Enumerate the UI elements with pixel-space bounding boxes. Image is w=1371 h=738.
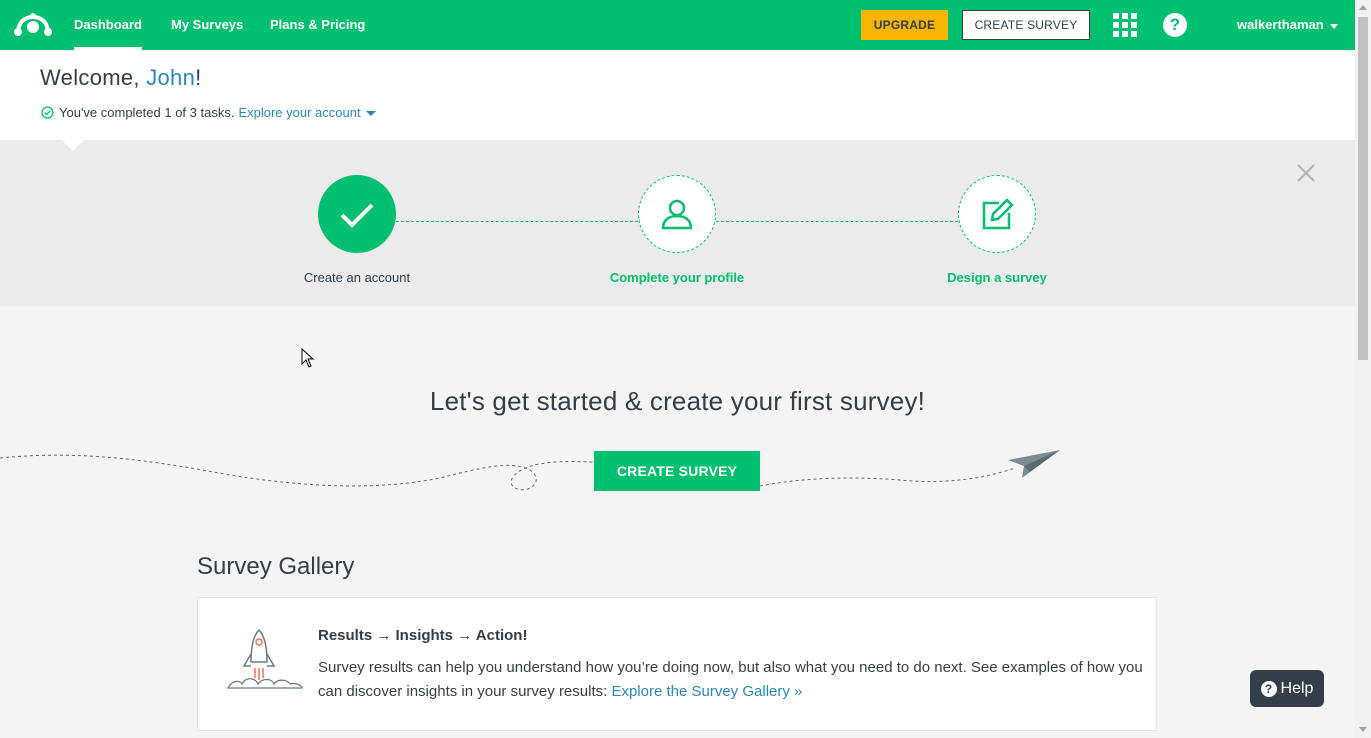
welcome-heading: Welcome, John! [40,65,202,91]
user-icon [661,199,693,230]
checkmark-icon [340,203,374,228]
survey-gallery-title: Survey Gallery [197,553,355,580]
vertical-scrollbar[interactable] [1355,0,1371,738]
step-connector [396,221,638,222]
rocket-icon [226,628,303,689]
nav-my-surveys[interactable]: My Surveys [171,0,243,50]
nav-plans-pricing[interactable]: Plans & Pricing [270,0,365,50]
step-label-complete-profile[interactable]: Complete your profile [577,270,777,285]
scroll-thumb[interactable] [1358,17,1368,360]
apps-grid-icon[interactable] [1113,13,1137,37]
task-progress: You've completed 1 of 3 tasks. Explore y… [41,105,376,120]
explore-gallery-link[interactable]: Explore the Survey Gallery » [611,683,802,700]
help-circle-icon[interactable]: ? [1163,13,1187,37]
explore-account-link[interactable]: Explore your account [238,105,360,120]
step-create-account [318,175,396,253]
question-icon: ? [1260,680,1277,697]
notch-pointer [62,140,84,151]
help-label: Help [1280,679,1314,697]
scroll-down-arrow-icon[interactable] [1359,727,1367,732]
step-complete-profile[interactable] [638,175,716,253]
help-widget-button[interactable]: ? Help [1250,670,1324,707]
top-nav: Dashboard My Surveys Plans & Pricing UPG… [0,0,1355,50]
scroll-up-arrow-icon[interactable] [1359,5,1367,10]
check-circle-icon [41,106,54,119]
step-label-create-account: Create an account [303,270,411,285]
step-connector [716,221,958,222]
step-label-design-survey[interactable]: Design a survey [897,270,1097,285]
cta-heading: Let's get started & create your first su… [429,386,926,416]
paper-plane-path-decoration [0,450,1060,491]
user-first-name: John [146,65,196,90]
edit-icon [982,198,1014,230]
nav-dashboard[interactable]: Dashboard [74,0,142,50]
step-design-survey[interactable] [958,175,1036,253]
caret-down-icon[interactable] [365,111,376,116]
card-title: Results → Insights → Action! [318,627,528,644]
create-survey-top-button[interactable]: CREATE SURVEY [962,10,1090,40]
chevron-down-icon[interactable] [1330,24,1338,29]
mouse-cursor-icon [301,348,315,368]
surveymonkey-logo-icon[interactable] [14,11,52,39]
welcome-greeting: Welcome, [40,65,147,90]
close-icon[interactable] [1296,163,1316,183]
create-survey-button[interactable]: CREATE SURVEY [594,451,760,491]
onboarding-steps: Create an account Complete your profile … [0,140,1355,306]
user-menu[interactable]: walkerthaman [1237,0,1324,50]
gallery-card: Results → Insights → Action! Survey resu… [197,597,1157,731]
tasks-text: You've completed 1 of 3 tasks. [59,105,235,120]
card-body: Survey results can help you understand h… [318,656,1148,704]
welcome-section: Welcome, John! You've completed 1 of 3 t… [0,50,1355,140]
upgrade-button[interactable]: UPGRADE [861,10,948,40]
welcome-punct: ! [195,65,202,90]
